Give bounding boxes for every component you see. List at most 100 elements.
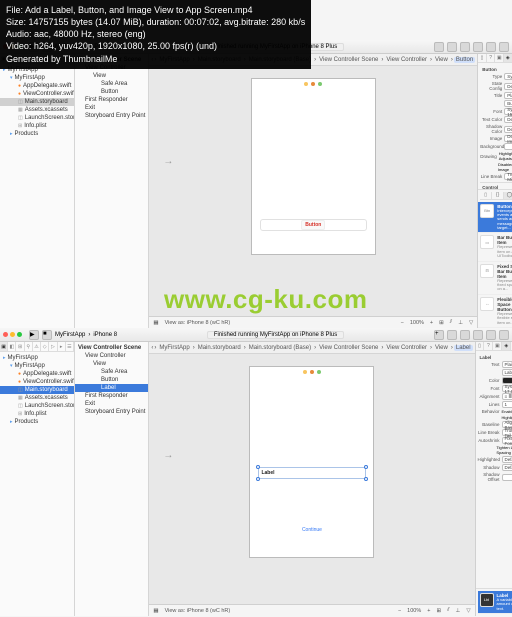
zoom-in-button[interactable]: + xyxy=(427,608,430,614)
lib-tab-code[interactable]: {} xyxy=(492,192,504,199)
close-icon[interactable] xyxy=(3,332,8,337)
pin-icon[interactable]: ⊥ xyxy=(458,320,463,326)
jump-vc[interactable]: View Controller xyxy=(384,57,429,63)
state-dropdown[interactable]: Default xyxy=(504,83,512,90)
outline-scene[interactable]: View Controller Scene xyxy=(75,344,148,352)
label-text-field[interactable]: Label xyxy=(502,369,512,376)
insp-tab-attributes[interactable]: ◈ xyxy=(504,54,512,62)
label-text-type[interactable]: Plain xyxy=(502,361,512,368)
outline-exit[interactable]: Exit xyxy=(75,400,148,408)
lib-tab-file[interactable]: ▯ xyxy=(480,192,492,199)
tree-file-launchstoryboard[interactable]: ◫LaunchScreen.storyboard xyxy=(0,402,74,410)
pin-icon[interactable]: ⊥ xyxy=(456,608,461,614)
jump-view[interactable]: View xyxy=(433,345,450,351)
device-mockup[interactable]: Button xyxy=(251,78,376,255)
insp-tab-file[interactable]: ▯ xyxy=(476,342,485,350)
scene-firstresponder-icon[interactable] xyxy=(311,82,315,86)
toggle-inspector[interactable] xyxy=(499,330,509,340)
highlight-dropdown[interactable]: Default xyxy=(502,456,512,463)
editor-mode-version[interactable] xyxy=(460,42,470,52)
tree-file-mainstoryboard[interactable]: ◫Main.storyboard xyxy=(0,386,74,394)
nav-tab-source[interactable]: ◧ xyxy=(8,342,16,351)
stop-button[interactable]: ■ xyxy=(42,330,52,340)
outline-exit[interactable]: Exit xyxy=(75,104,148,112)
jump-base[interactable]: Main.storyboard (Base) xyxy=(247,345,313,351)
tree-file-assets[interactable]: ▦Assets.xcassets xyxy=(0,394,74,402)
bg-dropdown[interactable] xyxy=(504,143,512,150)
check-disabled[interactable]: Disabled Adjusts Image xyxy=(498,162,512,172)
toggle-debug[interactable] xyxy=(486,330,496,340)
jump-fwd[interactable]: › xyxy=(154,345,156,351)
tree-file-mainstoryboard[interactable]: ◫Main.storyboard xyxy=(0,98,74,106)
resize-handle-icon[interactable] xyxy=(256,477,260,481)
traffic-lights-bottom[interactable] xyxy=(3,332,22,337)
check-highlight[interactable]: Highlighted Adjusts Image xyxy=(499,151,512,161)
jump-back[interactable]: ‹ xyxy=(151,345,153,351)
label-lines-stepper[interactable]: 1 xyxy=(502,401,512,408)
title-dropdown[interactable]: Plain xyxy=(504,92,512,99)
font-field[interactable]: System 15.0 xyxy=(504,108,512,115)
minimize-icon[interactable] xyxy=(10,332,15,337)
editor-mode-standard[interactable] xyxy=(434,42,444,52)
shadow-dropdown[interactable]: Default xyxy=(504,126,512,133)
zoom-out-button[interactable]: − xyxy=(398,608,401,614)
nav-tab-find[interactable]: ⚲ xyxy=(25,342,33,351)
device-mockup-bottom[interactable]: Label Continue xyxy=(249,366,374,558)
scene-exit-icon[interactable] xyxy=(318,82,322,86)
check-enabled[interactable]: Enabled xyxy=(502,409,512,414)
resize-handle-icon[interactable] xyxy=(364,465,368,469)
label-align-segmented[interactable]: ≡ ≣ ≡ ≣ xyxy=(502,393,512,400)
entry-arrow-icon[interactable]: → xyxy=(163,156,173,167)
outline-view[interactable]: View xyxy=(75,72,148,80)
jump-storyboard[interactable]: Main.storyboard xyxy=(196,345,243,351)
insp-tab-help[interactable]: ? xyxy=(487,54,496,62)
insp-tab-identity[interactable]: ▣ xyxy=(495,54,504,62)
toggle-inspector[interactable] xyxy=(499,42,509,52)
scene-vc-icon[interactable] xyxy=(304,82,308,86)
jump-project[interactable]: MyFirstApp xyxy=(157,345,191,351)
editor-mode-assistant[interactable] xyxy=(460,330,470,340)
nav-tab-debug[interactable]: ▷ xyxy=(49,342,57,351)
run-button[interactable]: ▶ xyxy=(29,330,39,340)
tree-file-viewcontroller[interactable]: ●ViewController.swift xyxy=(0,378,74,386)
editor-mode-standard[interactable] xyxy=(447,330,457,340)
entry-arrow-icon[interactable]: → xyxy=(163,450,173,461)
tree-products[interactable]: ▸Products xyxy=(0,130,74,138)
zoom-out-button[interactable]: − xyxy=(401,320,404,326)
outline-entrypoint[interactable]: Storyboard Entry Point xyxy=(75,408,148,416)
outline-view[interactable]: View xyxy=(75,360,148,368)
image-dropdown[interactable]: Default Image xyxy=(504,135,512,142)
jump-bar-bottom[interactable]: ‹ › MyFirstApp› Main.storyboard› Main.st… xyxy=(149,342,474,354)
autoshrink-dropdown[interactable]: Fixed Font Size xyxy=(502,437,512,444)
outline-safearea[interactable]: Safe Area xyxy=(75,368,148,376)
zoom-in-button[interactable]: + xyxy=(430,320,433,326)
library-item-barbutton[interactable]: ▭ Bar Button ItemRepresents an item on a… xyxy=(478,233,512,261)
outline-vc[interactable]: View Controller xyxy=(75,352,148,360)
library-plus-button[interactable]: + xyxy=(434,330,444,340)
toggle-outline-button[interactable]: ▦ xyxy=(153,608,158,614)
label-font-field[interactable]: System 17.0 xyxy=(502,385,512,392)
tree-file-infoplist[interactable]: ⊞Info.plist xyxy=(0,122,74,130)
scene-vc-icon[interactable] xyxy=(303,370,307,374)
insp-tab-attributes[interactable]: ◈ xyxy=(502,342,511,350)
textcolor-dropdown[interactable]: Default xyxy=(504,116,512,123)
tree-folder[interactable]: ▾MyFirstApp xyxy=(0,74,74,82)
tree-project-root[interactable]: ▸MyFirstApp xyxy=(0,354,74,362)
toggle-navigator[interactable] xyxy=(473,330,483,340)
jump-vc[interactable]: View Controller xyxy=(384,345,429,351)
viewas-control[interactable]: View as: iPhone 8 (wC hR) xyxy=(165,320,231,326)
interface-builder-canvas-bottom[interactable]: → Label xyxy=(149,354,474,604)
scheme-selector[interactable]: MyFirstApp xyxy=(55,332,85,338)
insp-tab-file[interactable]: ▯ xyxy=(478,54,487,62)
outline-firstresponder[interactable]: First Responder xyxy=(75,392,148,400)
interface-builder-canvas[interactable]: → Button xyxy=(149,66,477,316)
library-item-button[interactable]: Btn ButtonIntercepts touch events and se… xyxy=(478,202,512,234)
toggle-debug[interactable] xyxy=(486,42,496,52)
nav-tab-report[interactable]: ☰ xyxy=(66,342,74,351)
canvas-button-element[interactable]: Button xyxy=(260,219,367,231)
tree-file-launchstoryboard[interactable]: ◫LaunchScreen.storyboard xyxy=(0,114,74,122)
nav-tab-symbol[interactable]: ⊞ xyxy=(16,342,24,351)
outline-safearea[interactable]: Safe Area xyxy=(75,80,148,88)
zoom-level[interactable]: 100% xyxy=(407,608,421,614)
constraints-icon[interactable]: ⊞ xyxy=(439,320,444,326)
